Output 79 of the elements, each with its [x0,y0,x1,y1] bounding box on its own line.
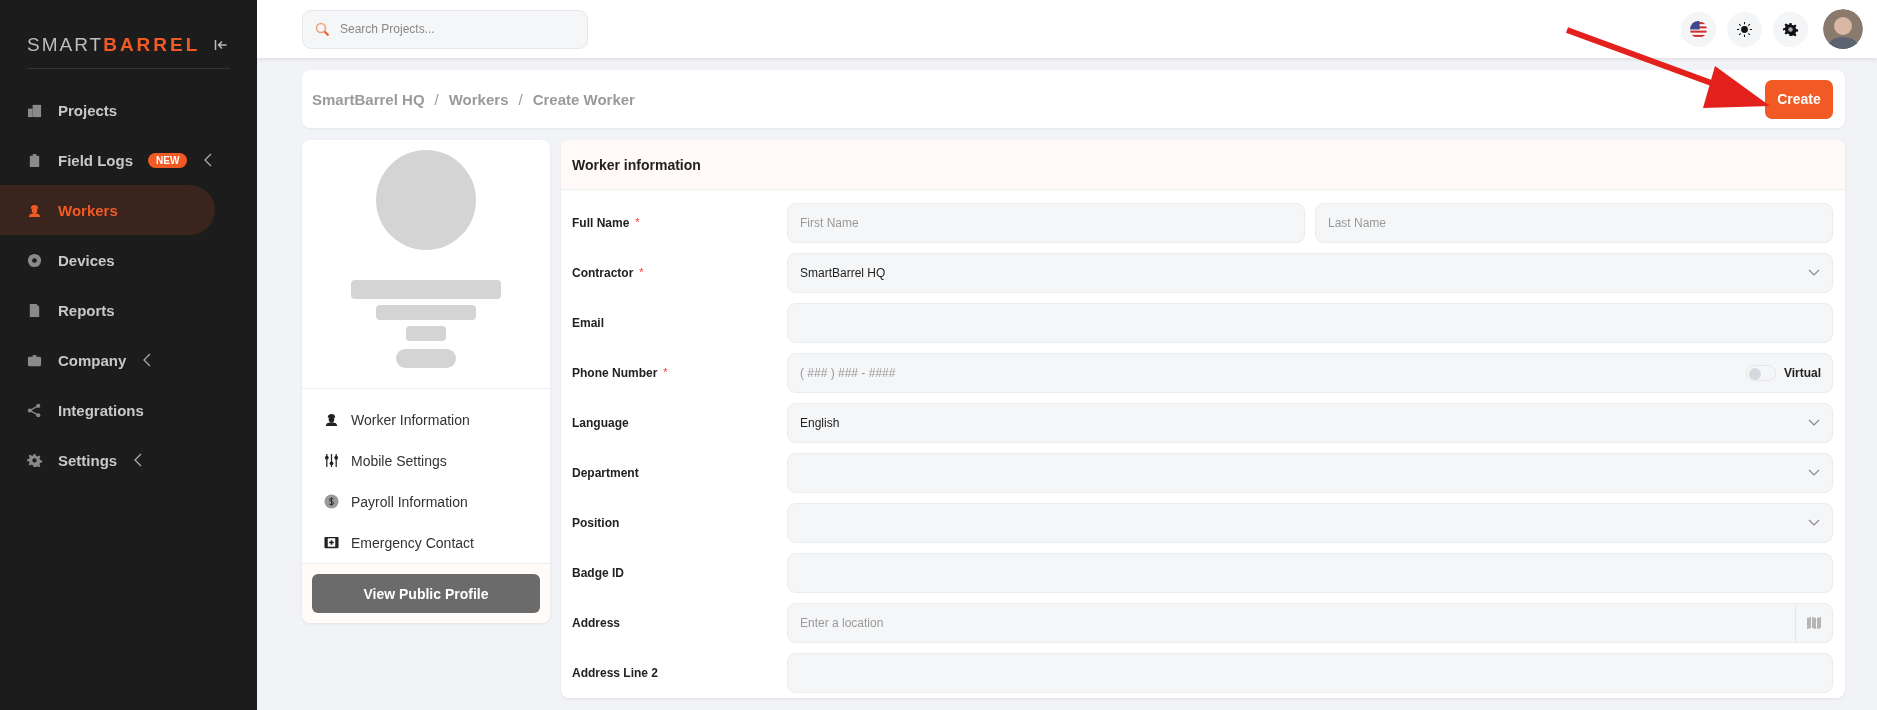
nav-item[interactable]: Devices [0,235,215,285]
field-label: Phone Number [572,366,658,380]
placeholder-bar [396,349,456,368]
nav-item[interactable]: Projects [0,85,215,135]
select-field[interactable] [787,503,1833,543]
nav-label: Workers [58,201,118,219]
required-mark: * [663,366,668,378]
field-label: Contractor [572,266,634,280]
building-icon [27,102,42,118]
theme-button[interactable] [1727,11,1762,47]
select-field[interactable]: English [787,403,1833,443]
select-field[interactable]: SmartBarrel HQ [787,253,1833,293]
breadcrumb-item: Create Worker [532,90,635,108]
nav-item[interactable]: Integrations [0,385,215,435]
search-field[interactable]: Search Projects... [302,9,588,49]
avatar[interactable] [1823,9,1863,49]
clipboard-icon [27,152,42,168]
nav-item[interactable]: Settings [0,435,215,485]
nav-label: Integrations [58,401,144,419]
new-badge: NEW [148,152,188,168]
toggle-label: Virtual [1783,366,1821,380]
profile-menu-item[interactable]: Mobile Settings [351,452,447,469]
form-title: Worker information [572,156,701,173]
placeholder-bar [406,326,446,341]
map-icon [1807,617,1821,629]
field-label: Department [572,466,639,480]
profile-menu-item[interactable]: Emergency Contact [351,534,474,551]
document-icon [27,302,42,318]
profile-menu-item[interactable]: Worker Information [351,411,470,428]
worker-icon [27,202,42,218]
nav-label: Devices [58,251,115,269]
nav-label: Projects [58,101,118,119]
sun-icon [1736,20,1753,38]
nav-item[interactable]: Field Logs NEW [0,135,215,185]
search-icon [315,21,330,37]
required-mark: * [635,216,640,228]
nav-label: Settings [58,451,118,469]
field-label: Full Name [572,216,630,230]
nav-label: Field Logs [58,151,133,169]
nav-label: Company [58,351,127,369]
required-mark: * [639,266,644,278]
view-profile-button[interactable]: View Public Profile [312,574,540,613]
field-label: Email [572,316,604,330]
field-label: Address Line 2 [572,666,659,680]
nav-item[interactable]: Workers [0,185,215,235]
input-field[interactable]: First Name [787,203,1305,243]
address-field[interactable]: Enter a location [787,603,1833,643]
field-label: Address [572,616,621,630]
select-value: SmartBarrel HQ [800,266,886,280]
breadcrumb-separator: / [518,90,523,108]
input-field[interactable]: Last Name [1315,203,1833,243]
collapse-icon[interactable] [214,38,229,52]
field-label: Language [572,416,629,430]
chevron-down-icon [1808,419,1820,427]
gear-icon [1782,20,1799,38]
medkit-icon [324,535,339,550]
nav-item[interactable]: Company [0,335,215,385]
breadcrumb-separator: / [434,90,439,108]
chevron-down-icon [1808,269,1820,277]
select-value: English [800,416,840,430]
settings-button[interactable] [1773,11,1808,47]
flag-icon [1690,20,1707,38]
aperture-icon [27,252,42,268]
chevron-down-icon [1808,469,1820,477]
nav-label: Reports [58,301,115,319]
chevron-down-icon [1808,519,1820,527]
share-icon [27,402,42,418]
field-label: Position [572,516,620,530]
field-label: Badge ID [572,566,624,580]
dollar-icon [324,494,339,509]
logo: SMARTBARREL [27,34,201,56]
worker-icon [324,412,339,427]
briefcase-icon [27,352,42,368]
select-field[interactable] [787,453,1833,493]
sliders-icon [324,453,339,468]
gear-icon [27,452,42,468]
profile-menu-item[interactable]: Payroll Information [351,493,468,510]
nav-item[interactable]: Reports [0,285,215,335]
flag-button[interactable] [1681,11,1716,47]
